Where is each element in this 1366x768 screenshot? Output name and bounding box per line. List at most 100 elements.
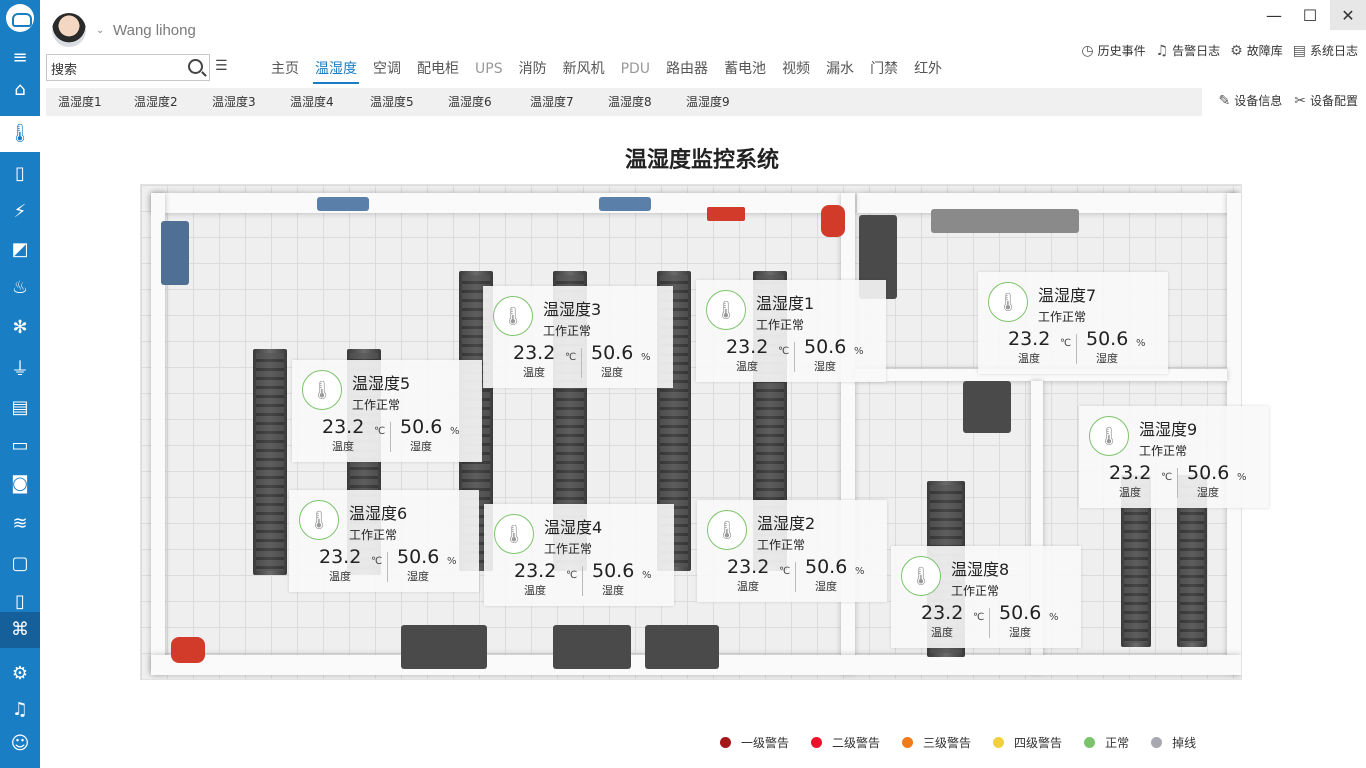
sub-tab-2[interactable]: 温湿度2 — [134, 88, 178, 116]
legend-item: 一级警告 — [720, 734, 789, 751]
fire-extinguisher-icon[interactable]: ♨︎ — [0, 270, 40, 306]
thermometer-icon[interactable]: 🌡︎ — [0, 116, 40, 152]
sub-tab-3[interactable]: 温湿度3 — [212, 88, 256, 116]
aircon-icon[interactable]: ▯ — [0, 156, 40, 192]
tab-3[interactable]: 配电柜 — [409, 58, 467, 82]
camera-icon[interactable]: ◙ — [0, 466, 40, 502]
page-title: 温湿度监控系统 — [624, 148, 779, 173]
sub-tab-9[interactable]: 温湿度9 — [686, 88, 730, 116]
sensor-card-6[interactable]: 🌡︎ 温湿度6 工作正常 23.2 ℃ 温度 50.6% 湿度 — [289, 490, 479, 592]
sensor-status: 工作正常 — [757, 538, 806, 552]
temperature-value: 23.2 — [727, 556, 770, 578]
search-icon[interactable] — [188, 59, 203, 74]
search-box[interactable] — [46, 54, 210, 81]
temperature-label: 温度 — [523, 366, 545, 379]
divider — [582, 566, 583, 596]
gear-icon: ⚙︎ — [1230, 42, 1243, 59]
sub-tab-1[interactable]: 温湿度1 — [58, 88, 102, 116]
sensor-name: 温湿度8 — [951, 560, 1010, 579]
sensor-card-4[interactable]: 🌡︎ 温湿度4 工作正常 23.2 ℃ 温度 50.6% 湿度 — [484, 504, 674, 606]
legend-item: 正常 — [1084, 734, 1129, 751]
temperature-value: 23.2 — [319, 546, 362, 568]
tab-6[interactable]: 新风机 — [555, 58, 613, 82]
power-cabinet-icon[interactable]: ⚡︎ — [0, 194, 40, 230]
thermometer-icon: 🌡︎ — [988, 282, 1028, 322]
close-icon[interactable]: ✕ — [1330, 0, 1366, 30]
search-input[interactable] — [51, 58, 179, 78]
sensor-card-7[interactable]: 🌡︎ 温湿度7 工作正常 23.2 ℃ 温度 50.6% 湿度 — [978, 272, 1168, 374]
water-leak-icon[interactable]: ≋ — [0, 506, 40, 542]
user-name[interactable]: Wang lihong — [113, 22, 196, 39]
chevron-down-icon[interactable]: ⌄ — [96, 25, 104, 36]
fan-icon[interactable]: ✻ — [0, 310, 40, 346]
status-dot-icon — [1084, 737, 1096, 748]
tab-7[interactable]: PDU — [613, 58, 658, 82]
alarm-bell-icon[interactable]: ♫ — [0, 692, 40, 728]
top-action-2[interactable]: ⚙︎ 故障库 — [1230, 42, 1283, 59]
maximize-icon[interactable]: ☐ — [1292, 0, 1328, 30]
legend-item: 掉线 — [1151, 734, 1196, 751]
tab-9[interactable]: 蓄电池 — [716, 58, 774, 82]
router-icon[interactable]: ▤ — [0, 390, 40, 426]
users-icon[interactable]: ☺︎ — [0, 726, 40, 762]
edit-icon: ✎ — [1218, 92, 1231, 109]
tab-12[interactable]: 门禁 — [862, 58, 906, 82]
tab-4[interactable]: UPS — [467, 58, 511, 82]
sub-tab-5[interactable]: 温湿度5 — [370, 88, 414, 116]
temperature-label: 温度 — [1119, 486, 1141, 499]
top-action-1[interactable]: ♫ 告警日志 — [1156, 42, 1221, 59]
divider — [387, 552, 388, 582]
door-lock-icon[interactable]: ▢ — [0, 546, 40, 582]
sub-action-0[interactable]: ✎ 设备信息 — [1219, 92, 1283, 109]
sensor-name: 温湿度4 — [544, 518, 603, 537]
sensor-card-5[interactable]: 🌡︎ 温湿度5 工作正常 23.2 ℃ 温度 50.6% 湿度 — [292, 360, 482, 462]
menu-icon[interactable]: ≡ — [0, 40, 40, 76]
tab-10[interactable]: 视频 — [774, 58, 818, 82]
tab-11[interactable]: 漏水 — [818, 58, 862, 82]
sensor-card-9[interactable]: 🌡︎ 温湿度9 工作正常 23.2 ℃ 温度 50.6% 湿度 — [1079, 406, 1269, 508]
sub-action-1[interactable]: ✂︎ 设备配置 — [1294, 92, 1358, 109]
tab-8[interactable]: 路由器 — [658, 58, 716, 82]
temperature-unit: ℃ — [374, 426, 386, 437]
list-filter-icon[interactable]: ☰ — [215, 58, 228, 74]
sensor-card-8[interactable]: 🌡︎ 温湿度8 工作正常 23.2 ℃ 温度 50.6% 湿度 — [891, 546, 1081, 648]
minimize-icon[interactable]: — — [1256, 0, 1292, 30]
top-action-label: 历史事件 — [1097, 44, 1146, 58]
sub-tab-7[interactable]: 温湿度7 — [530, 88, 574, 116]
tab-13[interactable]: 红外 — [906, 58, 950, 82]
settings-icon[interactable]: ⚙︎ — [0, 656, 40, 692]
sensor-card-1[interactable]: 🌡︎ 温湿度1 工作正常 23.2 ℃ 温度 50.6% 湿度 — [696, 280, 886, 382]
humidity-value: 50.6 — [1187, 462, 1230, 484]
pdu-icon[interactable]: ⏚ — [0, 352, 40, 388]
temperature-value: 23.2 — [1109, 462, 1152, 484]
battery-icon[interactable]: ▭ — [0, 428, 40, 464]
humidity-unit: % — [854, 346, 864, 357]
main-tabs: 主页 温湿度 空调 配电柜 UPS 消防 新风机 PDU 路由器 蓄电池 视频 漏水 门禁 红外 — [263, 58, 950, 84]
tab-2[interactable]: 空调 — [365, 58, 409, 82]
alarm-device — [707, 207, 745, 221]
home-icon[interactable]: ⌂ — [0, 72, 40, 108]
sub-tab-4[interactable]: 温湿度4 — [290, 88, 334, 116]
sub-tab-8[interactable]: 温湿度8 — [608, 88, 652, 116]
top-action-3[interactable]: ▤ 系统日志 — [1293, 42, 1358, 59]
equipment-unit — [931, 209, 1079, 233]
ups-icon[interactable]: ◩ — [0, 232, 40, 268]
temperature-unit: ℃ — [1161, 472, 1173, 483]
window — [161, 221, 189, 285]
avatar[interactable] — [52, 13, 86, 47]
tools-icon: ✂︎ — [1294, 92, 1306, 109]
temperature-label: 温度 — [329, 570, 351, 583]
tab-5[interactable]: 消防 — [511, 58, 555, 82]
tab-0[interactable]: 主页 — [263, 58, 307, 82]
humidity-label: 湿度 — [410, 440, 432, 453]
humidity-label: 湿度 — [815, 580, 837, 593]
tab-1[interactable]: 温湿度 — [307, 58, 365, 84]
temperature-unit: ℃ — [565, 352, 577, 363]
humidity-label: 湿度 — [1096, 352, 1118, 365]
device-group-icon[interactable]: ⌘ — [0, 612, 40, 648]
sensor-card-2[interactable]: 🌡︎ 温湿度2 工作正常 23.2 ℃ 温度 50.6% 湿度 — [697, 500, 887, 602]
humidity-value: 50.6 — [397, 546, 440, 568]
sub-tab-6[interactable]: 温湿度6 — [448, 88, 492, 116]
top-action-0[interactable]: ◷ 历史事件 — [1081, 42, 1145, 59]
sensor-card-3[interactable]: 🌡︎ 温湿度3 工作正常 23.2 ℃ 温度 50.6% 湿度 — [483, 286, 673, 388]
